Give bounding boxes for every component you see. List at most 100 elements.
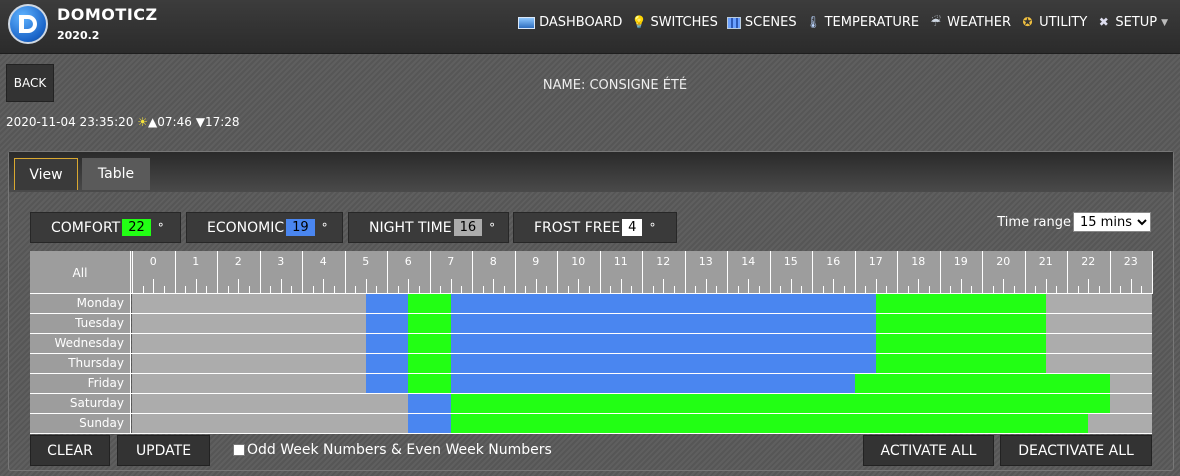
hour-label: 20	[996, 255, 1011, 268]
schedule-segment-economic[interactable]	[408, 414, 451, 433]
domoticz-logo[interactable]	[8, 4, 48, 44]
day-label[interactable]: Thursday	[30, 354, 131, 373]
scenes-icon	[726, 16, 741, 29]
day-track[interactable]	[132, 314, 1152, 333]
nav-setup[interactable]: ✖ SETUP ▼	[1096, 15, 1168, 30]
datetime-bar: 2020-11-04 23:35:20 ☀▲07:46 ▼17:28	[6, 115, 240, 129]
day-label[interactable]: Friday	[30, 374, 131, 393]
hour-tick	[461, 286, 462, 294]
hour-tick	[642, 251, 643, 294]
schedule-segment-comfort[interactable]	[408, 334, 451, 353]
nav-dashboard-label: DASHBOARD	[539, 15, 623, 30]
mode-night-unit: °	[489, 220, 496, 235]
day-row-thursday: Thursday	[30, 354, 1152, 374]
select-all-cell[interactable]: All	[30, 251, 131, 294]
update-button[interactable]: UPDATE	[117, 435, 210, 466]
schedule-segment-economic[interactable]	[450, 334, 876, 353]
schedule-segment-economic[interactable]	[365, 314, 409, 333]
nav-scenes[interactable]: SCENES	[726, 15, 797, 30]
hour-tick	[153, 279, 154, 294]
nav-weather-label: WEATHER	[947, 15, 1012, 30]
mode-comfort[interactable]: COMFORT 22 °	[30, 212, 181, 243]
schedule-segment-comfort[interactable]	[408, 294, 451, 313]
mode-frost-free[interactable]: FROST FREE 4 °	[513, 212, 677, 243]
nav-temperature[interactable]: 🌡 TEMPERATURE	[806, 15, 920, 30]
schedule-segment-economic[interactable]	[365, 374, 409, 393]
hour-tick	[1088, 279, 1089, 294]
time-range-label: Time range	[997, 214, 1071, 230]
odd-even-checkbox[interactable]	[233, 444, 245, 456]
hour-label: 8	[489, 255, 497, 268]
schedule-segment-comfort[interactable]	[450, 394, 1110, 413]
schedule-segment-comfort[interactable]	[408, 314, 451, 333]
hour-tick	[600, 251, 601, 294]
schedule-segment-economic[interactable]	[408, 394, 451, 413]
schedule-segment-comfort[interactable]	[875, 314, 1046, 333]
hour-tick	[1025, 251, 1026, 294]
schedule-segment-comfort[interactable]	[408, 374, 451, 393]
nav-weather[interactable]: ☔ WEATHER	[928, 15, 1011, 30]
day-label[interactable]: Saturday	[30, 394, 131, 413]
schedule-segment-economic[interactable]	[450, 294, 876, 313]
day-row-saturday: Saturday	[30, 394, 1152, 414]
schedule-segment-comfort[interactable]	[854, 374, 1110, 393]
hour-tick	[791, 279, 792, 294]
schedule-segment-comfort[interactable]	[408, 354, 451, 373]
nav-switches-label: SWITCHES	[650, 15, 718, 30]
day-track[interactable]	[132, 394, 1152, 413]
mode-night-time[interactable]: NIGHT TIME 16 °	[348, 212, 509, 243]
mode-economic-label: ECONOMIC	[207, 219, 285, 236]
hour-tick	[748, 279, 749, 294]
day-track[interactable]	[132, 414, 1152, 433]
day-track[interactable]	[132, 374, 1152, 393]
schedule-segment-economic[interactable]	[365, 354, 409, 373]
day-label[interactable]: Tuesday	[30, 314, 131, 333]
schedule-segment-economic[interactable]	[450, 374, 855, 393]
deactivate-all-button[interactable]: DEACTIVATE ALL	[1000, 435, 1152, 466]
clear-button[interactable]: CLEAR	[30, 435, 110, 466]
hour-tick	[950, 286, 951, 294]
hour-label: 11	[613, 255, 628, 268]
day-track[interactable]	[132, 354, 1152, 373]
time-range-select[interactable]: 15 mins	[1073, 212, 1151, 232]
day-row-friday: Friday	[30, 374, 1152, 394]
schedule-segment-economic[interactable]	[365, 294, 409, 313]
tab-view[interactable]: View	[14, 158, 78, 190]
hour-tick	[886, 286, 887, 294]
hour-tick	[940, 251, 941, 294]
day-label[interactable]: Monday	[30, 294, 131, 313]
schedule-segment-economic[interactable]	[365, 334, 409, 353]
nav-dashboard[interactable]: DASHBOARD	[518, 15, 622, 30]
hour-tick	[589, 286, 590, 294]
hour-tick	[217, 251, 218, 294]
hour-tick	[706, 279, 707, 294]
day-label[interactable]: Sunday	[30, 414, 131, 433]
schedule-segment-comfort[interactable]	[875, 294, 1046, 313]
hour-tick	[493, 279, 494, 294]
hour-tick	[206, 286, 207, 294]
nav-utility[interactable]: ✪ UTILITY	[1020, 15, 1088, 30]
day-track[interactable]	[132, 294, 1152, 313]
chevron-down-icon: ▼	[1161, 17, 1168, 28]
hour-tick	[1099, 286, 1100, 294]
mode-economic[interactable]: ECONOMIC 19 °	[186, 212, 343, 243]
hour-label: 7	[447, 255, 455, 268]
activate-all-button[interactable]: ACTIVATE ALL	[863, 435, 994, 466]
hour-tick	[855, 251, 856, 294]
odd-even-week-option[interactable]: Odd Week Numbers & Even Week Numbers	[233, 442, 552, 458]
schedule-segment-comfort[interactable]	[875, 334, 1046, 353]
schedule-segment-comfort[interactable]	[875, 354, 1046, 373]
day-label[interactable]: Wednesday	[30, 334, 131, 353]
hour-tick	[876, 279, 877, 294]
schedule-segment-economic[interactable]	[450, 354, 876, 373]
nav-switches[interactable]: 💡 SWITCHES	[631, 15, 717, 30]
schedule-segment-economic[interactable]	[450, 314, 876, 333]
dashboard-icon	[518, 16, 536, 29]
day-track[interactable]	[132, 334, 1152, 353]
tab-table[interactable]: Table	[82, 158, 150, 190]
sunset-time: 17:28	[204, 115, 240, 129]
schedule-segment-comfort[interactable]	[450, 414, 1089, 433]
hour-tick	[185, 286, 186, 294]
weather-icon: ☔	[930, 15, 942, 29]
hour-tick	[929, 286, 930, 294]
